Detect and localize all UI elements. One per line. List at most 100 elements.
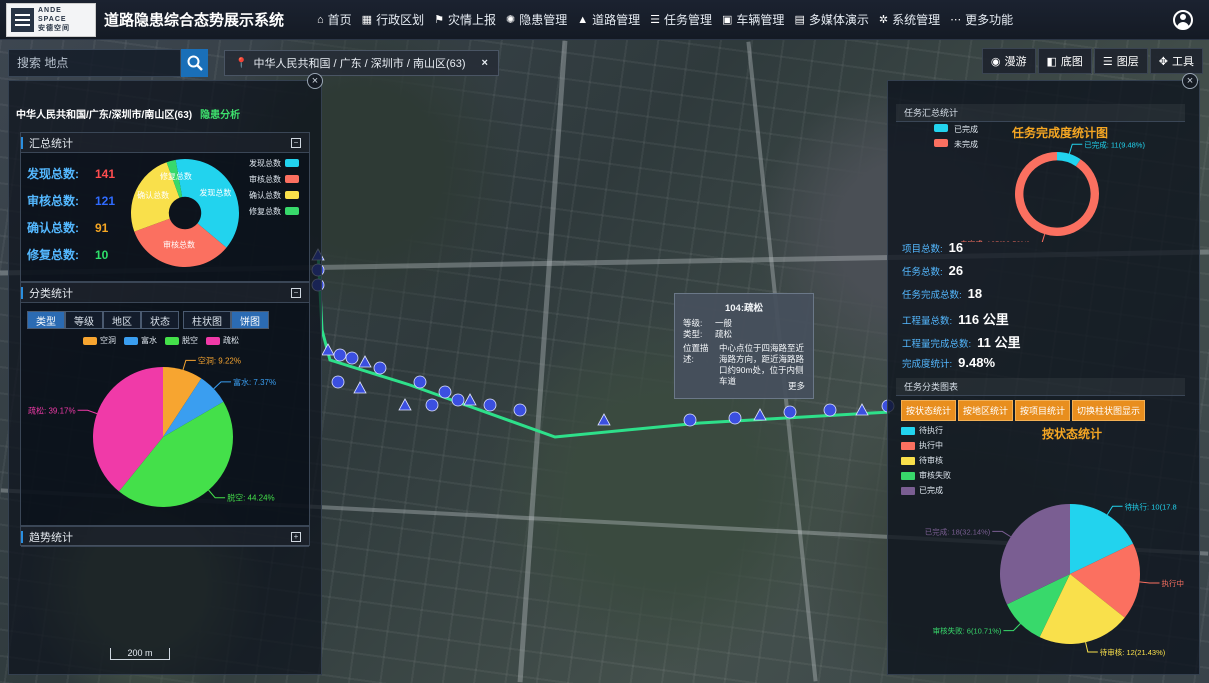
popup-more-link[interactable]: 更多 — [788, 380, 805, 392]
hazard-marker[interactable] — [333, 348, 347, 362]
stat-mode-button-0[interactable]: 按状态统计 — [901, 400, 957, 421]
nav-item-3[interactable]: ✺ 隐患管理 — [501, 11, 572, 28]
tab-3[interactable]: 状态 — [141, 311, 179, 329]
expand-icon[interactable]: + — [291, 532, 301, 542]
task-stat-value: 9.48% — [958, 355, 996, 370]
map-tool-0[interactable]: ◉ 漫游 — [981, 48, 1036, 74]
slice-label: 执行中 — [1161, 578, 1184, 588]
hazard-marker[interactable] — [451, 393, 465, 407]
nav-item-label: 任务管理 — [664, 13, 713, 27]
hazard-marker[interactable] — [321, 343, 335, 356]
film-icon: ▤ — [794, 14, 805, 26]
collapse-icon[interactable]: − — [291, 288, 301, 298]
nav-item-label: 道路管理 — [592, 13, 641, 27]
popup-key: 类型: — [683, 329, 703, 339]
nav-item-1[interactable]: ▦ 行政区划 — [357, 11, 429, 28]
summary-row: 发现总数: 141 — [27, 165, 115, 192]
map-tool-label: 底图 — [1060, 56, 1083, 68]
nav-item-0[interactable]: ⌂ 首页 — [312, 11, 357, 28]
hazard-marker[interactable] — [753, 408, 767, 421]
legend-item[interactable]: 脱空 — [165, 335, 198, 346]
region-title: 中华人民共和国/广东/深圳市/南山区(63) 隐患分析 — [16, 106, 240, 121]
slice-leader-line — [77, 409, 98, 415]
nav-item-2[interactable]: ⚑ 灾情上报 — [429, 11, 501, 28]
task-stats: 项目总数: 16 任务总数: 26 任务完成总数: 18 工程量总数: 116 公里 工程量完成… — [902, 240, 1021, 378]
legend-item[interactable]: 富水 — [124, 335, 157, 346]
legend-swatch — [285, 207, 299, 215]
popup-value: 疏松 — [715, 329, 733, 339]
hazard-marker[interactable] — [783, 405, 797, 419]
map-tool-1[interactable]: ◧ 底图 — [1037, 48, 1092, 74]
tab-2[interactable]: 地区 — [103, 311, 141, 329]
hazard-marker[interactable] — [513, 403, 527, 417]
view-tab-1[interactable]: 饼图 — [231, 311, 269, 329]
summary-row: 修复总数: 10 — [27, 246, 115, 273]
legend-item[interactable]: 审核失败 — [901, 468, 951, 483]
hazard-marker[interactable] — [438, 385, 452, 399]
home-icon: ⌂ — [317, 13, 324, 26]
hazard-marker[interactable] — [358, 355, 372, 368]
hazard-marker[interactable] — [398, 398, 412, 411]
legend-item[interactable]: 待审核 — [901, 453, 951, 468]
summary-section-header[interactable]: 汇总统计 − — [21, 133, 309, 153]
close-right-panel-icon[interactable]: × — [1182, 73, 1198, 89]
nav-item-4[interactable]: ▲ 道路管理 — [572, 11, 645, 28]
tab-0[interactable]: 类型 — [27, 311, 65, 329]
collapse-icon[interactable]: − — [291, 138, 301, 148]
classification-section-header[interactable]: 分类统计 − — [21, 283, 309, 303]
status-legend: 待执行 执行中 待审核 审核失败 已完成 — [901, 423, 951, 498]
legend-swatch — [901, 426, 915, 435]
hazard-marker[interactable] — [728, 411, 742, 425]
clear-location-icon[interactable]: × — [482, 57, 488, 69]
hazard-marker[interactable] — [683, 413, 697, 427]
stat-mode-button-1[interactable]: 按地区统计 — [958, 400, 1014, 421]
hazard-marker[interactable] — [353, 381, 367, 394]
legend-item[interactable]: 审核总数 — [249, 171, 299, 187]
stat-mode-button-3[interactable]: 切换柱状图显示 — [1072, 400, 1146, 421]
nav-item-5[interactable]: ☰ 任务管理 — [645, 11, 717, 28]
legend-item[interactable]: 发现总数 — [249, 155, 299, 171]
risk-analysis-link[interactable]: 隐患分析 — [200, 106, 240, 121]
search-button[interactable] — [181, 49, 208, 77]
summary-legend: 发现总数 审核总数 确认总数 修复总数 — [249, 155, 299, 219]
hazard-marker[interactable] — [425, 398, 439, 412]
summary-list: 发现总数: 141 审核总数: 121 确认总数: 91 修复总数: 10 — [27, 165, 115, 273]
legend-item[interactable]: 待执行 — [901, 423, 951, 438]
trend-section-header[interactable]: 趋势统计 + — [21, 527, 309, 547]
nav-item-7[interactable]: ▤ 多媒体演示 — [789, 11, 873, 28]
task-stat-row: 任务总数: 26 — [902, 263, 1021, 286]
map-tool-3[interactable]: ✥ 工具 — [1149, 48, 1203, 74]
hazard-marker[interactable] — [823, 403, 837, 417]
view-tab-0[interactable]: 柱状图 — [183, 311, 231, 329]
nav-item-9[interactable]: ⋯ 更多功能 — [945, 11, 1018, 28]
tab-1[interactable]: 等级 — [65, 311, 103, 329]
pie-slice-已完成[interactable] — [1057, 152, 1081, 167]
close-left-panel-icon[interactable]: × — [307, 73, 323, 89]
legend-swatch — [285, 159, 299, 167]
legend-item[interactable]: 疏松 — [206, 335, 239, 346]
slice-leader-line — [182, 359, 196, 371]
hazard-marker[interactable] — [855, 403, 869, 416]
hazard-marker[interactable] — [463, 393, 477, 406]
user-avatar-icon[interactable] — [1173, 10, 1193, 30]
nav-item-8[interactable]: ✲ 系统管理 — [874, 11, 945, 28]
hazard-marker[interactable] — [413, 375, 427, 389]
legend-item[interactable]: 空洞 — [83, 335, 116, 346]
nav-item-6[interactable]: ▣ 车辆管理 — [717, 11, 789, 28]
hazard-marker[interactable] — [483, 398, 497, 412]
legend-item[interactable]: 修复总数 — [249, 203, 299, 219]
map-icon: ▦ — [361, 14, 373, 26]
stat-mode-button-2[interactable]: 按项目统计 — [1015, 400, 1071, 421]
hazard-marker[interactable] — [345, 351, 359, 365]
slice-leader-line — [1085, 642, 1098, 653]
legend-item[interactable]: 执行中 — [901, 438, 951, 453]
legend-swatch — [206, 336, 220, 345]
pie-slice-未完成[interactable] — [1015, 152, 1099, 236]
hazard-marker[interactable] — [331, 375, 345, 389]
map-tool-2[interactable]: ☰ 图层 — [1093, 48, 1148, 74]
hazard-marker[interactable] — [373, 361, 387, 375]
popup-row: 位置描述: 中心点位于四海路至近海路方向，距近海路路口约90m处，位于内侧车道 — [683, 343, 805, 387]
legend-item[interactable]: 确认总数 — [249, 187, 299, 203]
search-input[interactable] — [8, 49, 181, 77]
hazard-marker[interactable] — [597, 413, 611, 426]
